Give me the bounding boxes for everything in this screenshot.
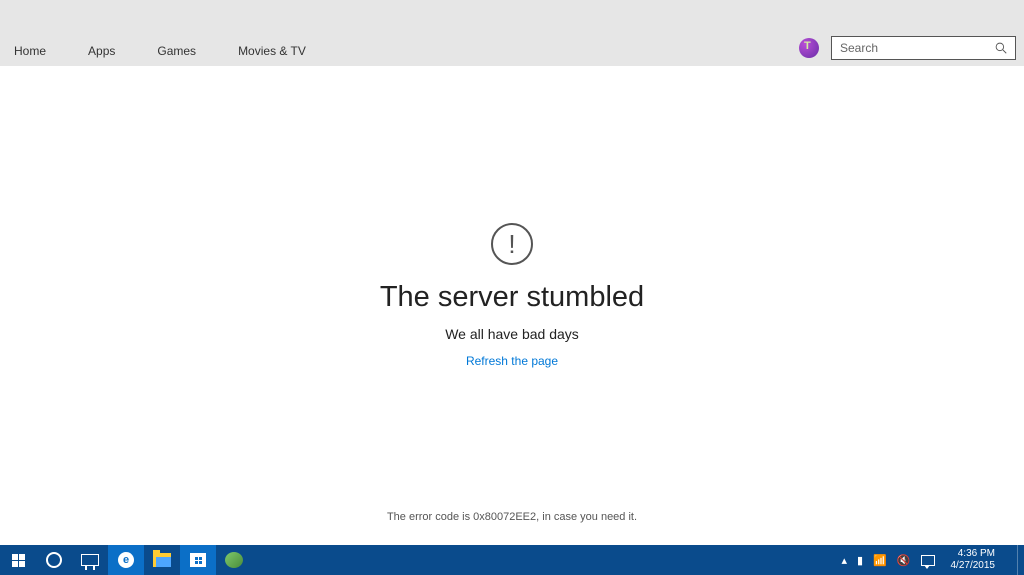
start-button[interactable] bbox=[0, 545, 36, 575]
taskbar-file-explorer-button[interactable] bbox=[144, 545, 180, 575]
taskbar-store-button[interactable] bbox=[180, 545, 216, 575]
cortana-icon bbox=[46, 552, 62, 568]
app-icon bbox=[225, 552, 243, 568]
store-icon bbox=[190, 553, 206, 567]
error-title: The server stumbled bbox=[380, 281, 644, 314]
taskbar-ie-button[interactable]: e bbox=[108, 545, 144, 575]
action-center-icon[interactable] bbox=[921, 555, 935, 566]
cortana-button[interactable] bbox=[36, 545, 72, 575]
error-subtitle: We all have bad days bbox=[380, 326, 644, 342]
clock-time: 4:36 PM bbox=[951, 548, 996, 560]
battery-icon[interactable]: ▮ bbox=[857, 554, 863, 567]
nav-games[interactable]: Games bbox=[157, 44, 196, 58]
windows-logo-icon bbox=[12, 554, 25, 567]
search-input[interactable] bbox=[840, 41, 995, 55]
nav-home[interactable]: Home bbox=[14, 44, 46, 58]
show-desktop-button[interactable] bbox=[1017, 545, 1022, 575]
nav-right bbox=[799, 36, 1016, 60]
taskbar-clock[interactable]: 4:36 PM 4/27/2015 bbox=[945, 548, 1002, 572]
network-icon[interactable]: 📶 bbox=[873, 554, 887, 567]
error-page: ! The server stumbled We all have bad da… bbox=[0, 66, 1024, 545]
exclamation-icon: ! bbox=[491, 223, 533, 265]
nav-movies-tv[interactable]: Movies & TV bbox=[238, 44, 306, 58]
store-top-nav: Home Apps Games Movies & TV bbox=[0, 0, 1024, 66]
refresh-link[interactable]: Refresh the page bbox=[380, 354, 644, 368]
error-code: The error code is 0x80072EE2, in case yo… bbox=[0, 511, 1024, 523]
clock-date: 4/27/2015 bbox=[951, 560, 996, 572]
tray-overflow-icon[interactable]: ▴ bbox=[842, 554, 848, 567]
task-view-icon bbox=[81, 554, 99, 566]
sound-muted-icon[interactable]: 🔇 bbox=[897, 554, 911, 567]
search-box[interactable] bbox=[831, 36, 1016, 60]
user-avatar[interactable] bbox=[799, 38, 819, 58]
folder-icon bbox=[153, 553, 171, 567]
task-view-button[interactable] bbox=[72, 545, 108, 575]
taskbar-app-button[interactable] bbox=[216, 545, 252, 575]
search-icon bbox=[995, 41, 1007, 55]
browser-icon: e bbox=[118, 552, 134, 568]
taskbar: e ▴ ▮ 📶 🔇 4:36 PM 4/27/2015 bbox=[0, 545, 1024, 575]
exclamation-mark: ! bbox=[508, 231, 515, 257]
nav-apps[interactable]: Apps bbox=[88, 44, 115, 58]
nav-items: Home Apps Games Movies & TV bbox=[14, 8, 306, 58]
error-block: ! The server stumbled We all have bad da… bbox=[380, 223, 644, 368]
system-tray: ▴ ▮ 📶 🔇 4:36 PM 4/27/2015 bbox=[842, 545, 1024, 575]
